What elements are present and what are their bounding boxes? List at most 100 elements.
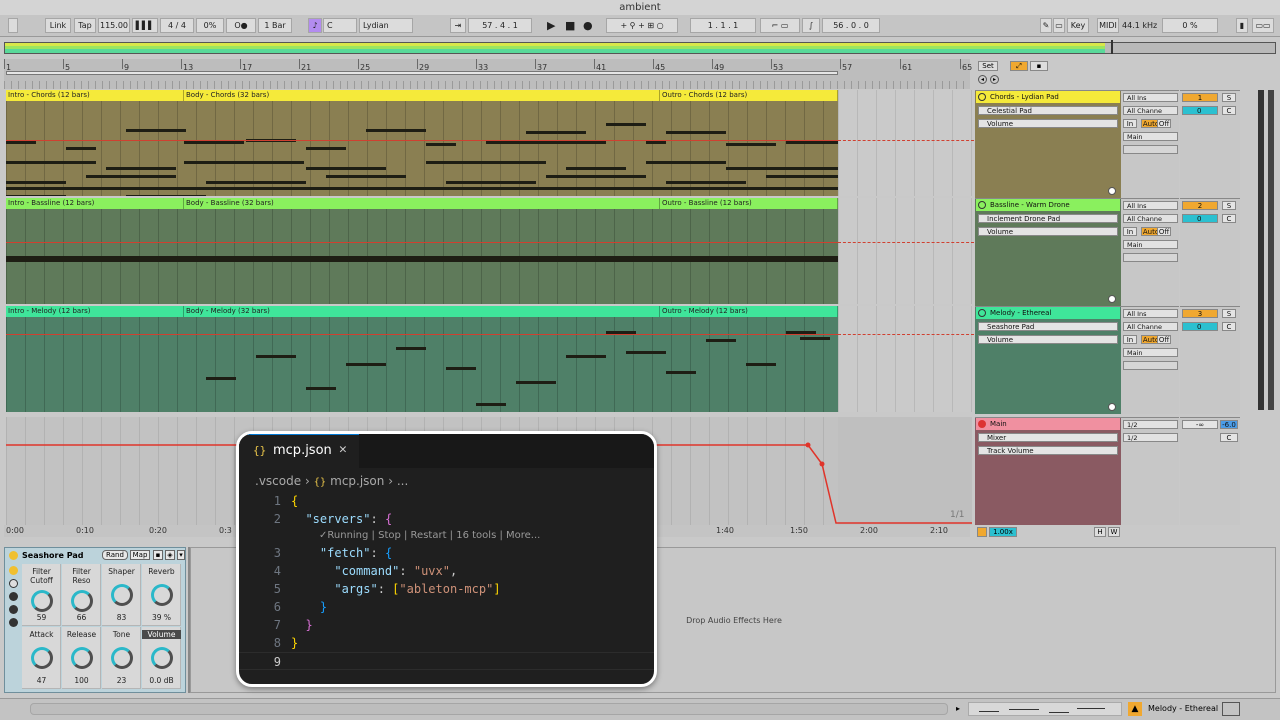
knob-value[interactable]: 23 (102, 676, 141, 685)
empty-lane-area[interactable] (838, 90, 974, 196)
midi-note[interactable] (666, 371, 696, 374)
midi-note[interactable] (726, 167, 838, 170)
knob-dial-icon[interactable] (31, 590, 53, 612)
tab-mcp-json[interactable]: {} mcp.json ✕ (239, 434, 359, 468)
punch-icon[interactable]: ∫ (802, 18, 820, 33)
automation-tools-icon[interactable]: + ⚲ + ⊞ ○ (606, 18, 678, 33)
midi-note[interactable] (86, 175, 176, 178)
track-lane-3[interactable]: Intro - Melody (12 bars) Body - Melody (3… (6, 306, 838, 412)
macro-knob-reverb[interactable]: Reverb 39 % (142, 564, 181, 626)
macro-minus-icon[interactable] (9, 579, 18, 588)
link-button[interactable]: Link (45, 18, 71, 33)
hot-swap-icon[interactable]: ◈ (165, 550, 175, 560)
loop-length-field[interactable]: 56 . 0 . 0 (822, 18, 880, 33)
quantize-select[interactable]: 1 Bar (258, 18, 292, 33)
breadcrumb-symbol[interactable]: ... (397, 474, 408, 488)
monitor-in-button[interactable]: In (1123, 227, 1137, 236)
monitor-off-button[interactable]: Off (1157, 335, 1171, 344)
main-pan-field[interactable]: C (1220, 433, 1238, 442)
zoom-field[interactable]: 1.00x (989, 527, 1017, 537)
code-line[interactable]: { (291, 492, 298, 510)
param-select[interactable]: Volume (978, 227, 1118, 236)
midi-note[interactable] (626, 351, 666, 354)
clip-header[interactable]: Body - Bassline (32 bars) (184, 198, 660, 209)
scale-mode-icon[interactable]: ♪ (308, 18, 322, 33)
midi-note[interactable] (786, 141, 838, 144)
nav-prev-icon[interactable]: ◂ (978, 75, 987, 84)
midi-note[interactable] (346, 363, 386, 366)
midi-note[interactable] (306, 387, 336, 390)
macro-show-icon[interactable] (9, 592, 18, 601)
tempo-field[interactable]: 115.00 (98, 18, 130, 33)
track-activator-button[interactable]: 1 (1182, 93, 1218, 102)
breadcrumb-file[interactable]: mcp.json (330, 474, 384, 488)
knob-value[interactable]: 0.0 dB (142, 676, 181, 685)
solo-button[interactable]: S (1222, 201, 1236, 210)
clip-header[interactable]: Intro - Melody (12 bars) (6, 306, 184, 317)
param-select[interactable]: Volume (978, 119, 1118, 128)
channel-select[interactable]: All Channe (1123, 106, 1178, 115)
track-title[interactable]: Melody - Ethereal (976, 307, 1120, 319)
code-line[interactable]: "command": "uvx", (291, 562, 457, 580)
view-toggle-icon[interactable] (8, 18, 18, 33)
computer-keyboard-icon[interactable]: ▭ (1053, 18, 1065, 33)
midi-note[interactable] (6, 256, 838, 262)
midi-note[interactable] (106, 167, 176, 170)
input-select[interactable]: All Ins (1123, 309, 1178, 318)
main-track-strip[interactable]: Main Mixer Track Volume (975, 417, 1121, 525)
output-select[interactable]: Main (1123, 348, 1178, 357)
volume-field[interactable]: 0 (1182, 322, 1218, 331)
midi-note[interactable] (706, 339, 736, 342)
track-activator-button[interactable]: 2 (1182, 201, 1218, 210)
macro-knob-release[interactable]: Release 100 (62, 627, 101, 689)
sub-output-select[interactable] (1123, 361, 1178, 370)
monitor-in-button[interactable]: In (1123, 335, 1137, 344)
midi-note[interactable] (566, 167, 626, 170)
nav-next-icon[interactable]: ▸ (990, 75, 999, 84)
knob-dial-icon[interactable] (111, 584, 133, 606)
save-preset-icon[interactable]: ▪ (153, 550, 163, 560)
code-line[interactable]: "args": ["ableton-mcp"] (291, 580, 500, 598)
instrument-rack[interactable]: Seashore Pad Rand Map ▪ ◈ ▾ Filter Cutof… (4, 547, 186, 693)
fold-track-icon[interactable] (978, 309, 986, 317)
volume-field[interactable]: 0 (1182, 214, 1218, 223)
output-select[interactable]: Main (1123, 132, 1178, 141)
macro-knob-tone[interactable]: Tone 23 (102, 627, 141, 689)
midi-note[interactable] (66, 147, 96, 150)
device-power-icon[interactable] (9, 551, 18, 560)
knob-dial-icon[interactable] (151, 584, 173, 606)
loop-icon[interactable]: ⌐ ▭ (760, 18, 800, 33)
midi-note[interactable] (306, 147, 346, 150)
midi-note[interactable] (516, 381, 556, 384)
midi-note[interactable] (476, 403, 506, 406)
output-select[interactable]: Main (1123, 240, 1178, 249)
clip-header[interactable]: Body - Melody (32 bars) (184, 306, 660, 317)
main-output-select[interactable]: 1/2 (1123, 420, 1178, 429)
solo-button[interactable]: S (1222, 93, 1236, 102)
fold-track-icon[interactable] (978, 201, 986, 209)
close-tab-icon[interactable]: ✕ (339, 442, 347, 457)
clip-header[interactable]: Outro - Chords (12 bars) (660, 90, 838, 101)
midi-note[interactable] (486, 141, 606, 144)
midi-note[interactable] (446, 367, 476, 370)
midi-note[interactable] (446, 181, 536, 184)
time-signature-field[interactable]: 4 / 4 (160, 18, 194, 33)
instrument-select[interactable]: Celestial Pad (978, 106, 1118, 115)
midi-note[interactable] (566, 355, 606, 358)
knob-value[interactable]: 47 (22, 676, 61, 685)
clip-header[interactable]: Outro - Bassline (12 bars) (660, 198, 838, 209)
midi-note[interactable] (184, 161, 304, 164)
knob-dial-icon[interactable] (31, 647, 53, 669)
midi-map-button[interactable]: MIDI (1097, 18, 1119, 33)
device-menu-icon[interactable]: ▾ (177, 550, 185, 560)
stop-button[interactable]: ■ (565, 18, 575, 33)
track-activator-button[interactable]: 3 (1182, 309, 1218, 318)
clip-header[interactable]: Intro - Bassline (12 bars) (6, 198, 184, 209)
main-cue-select[interactable]: 1/2 (1123, 433, 1178, 442)
track-title[interactable]: Chords - Lydian Pad (976, 91, 1120, 103)
track-header-2[interactable]: Bassline - Warm Drone Inclement Drone Pad… (975, 198, 1121, 306)
knob-dial-icon[interactable] (71, 590, 93, 612)
add-lane-icon[interactable] (1108, 295, 1116, 303)
midi-note[interactable] (6, 195, 66, 196)
empty-lane-area[interactable] (838, 198, 974, 304)
